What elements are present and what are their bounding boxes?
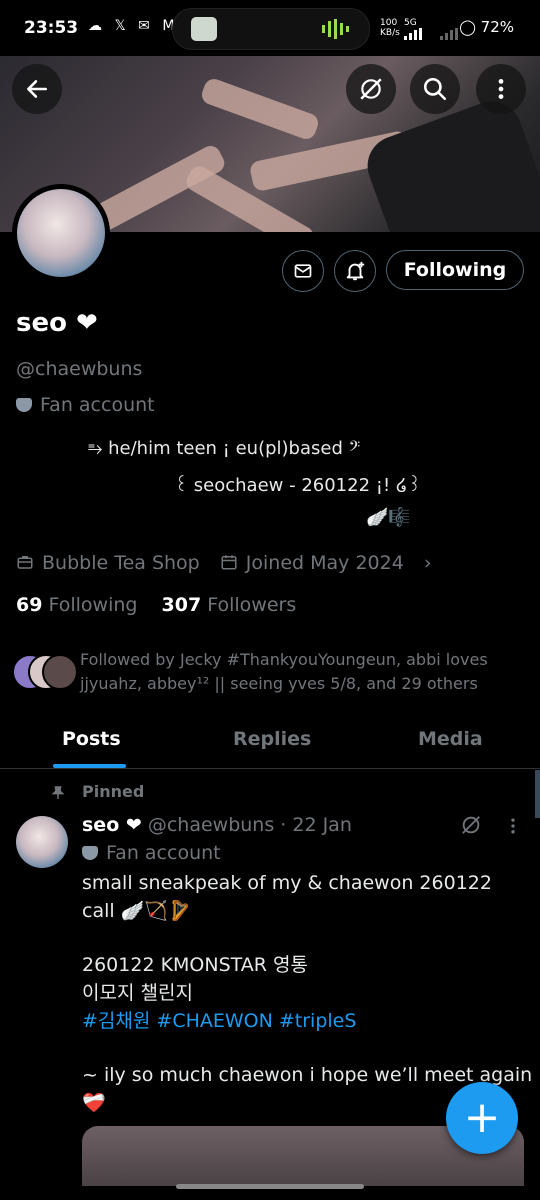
tab-media[interactable]: Media [418, 728, 483, 750]
more-vertical-icon [498, 79, 504, 99]
followers-count: 307 [161, 594, 202, 616]
profile-label[interactable]: Fan account [16, 394, 155, 416]
post-text-line-3: 260122 KMONSTAR 영통 [82, 954, 308, 976]
mask-icon [16, 398, 32, 412]
post-text-line-4: 이모지 챌린지 [82, 982, 193, 1004]
notification-icons: ☁ 𝕏 ✉ M [88, 18, 179, 34]
followers-link[interactable]: 307 Followers [162, 594, 297, 616]
status-time: 23:53 [24, 18, 79, 38]
arrow-left-icon [27, 80, 47, 98]
compose-button[interactable]: + [446, 1082, 518, 1154]
battery-icon: ◯ [459, 18, 476, 36]
followed-by-text[interactable]: Followed by Jecky #ThankyouYoungeun, abb… [80, 648, 530, 696]
network-type: 5G [404, 18, 417, 28]
battery-level: 72% [480, 18, 514, 36]
grok-button[interactable] [346, 64, 396, 114]
post-fan-label: Fan account [82, 842, 221, 864]
following-button[interactable]: Following [386, 250, 524, 290]
bell-plus-icon [346, 261, 365, 281]
chevron-right-icon[interactable]: › [424, 552, 432, 574]
joined-text: Joined May 2024 [245, 552, 404, 574]
post-text-line-6: ❤️‍🩹 [82, 1092, 106, 1114]
dynamic-island[interactable] [172, 8, 370, 50]
audio-wave-icon [322, 19, 349, 39]
home-indicator[interactable] [176, 1184, 364, 1189]
bio-line-1: ⥱ he/him teen ¡ eu(pl)based 𝄢 [88, 438, 361, 459]
message-button[interactable] [282, 250, 324, 292]
bio-line-3: 🪽🎼 [366, 507, 411, 528]
post-hashtags[interactable]: #김채원 #CHAEWON #tripleS [82, 1008, 356, 1035]
notifications-button[interactable] [334, 250, 376, 292]
following-label: Following [48, 594, 138, 616]
grok-icon[interactable] [460, 814, 482, 836]
follow-counts: 69 Following 307 Followers [16, 594, 296, 616]
back-button[interactable] [12, 64, 62, 114]
post-fan-label-text: Fan account [106, 842, 221, 864]
post-avatar[interactable] [16, 816, 68, 868]
status-bar: 23:53 ☁ 𝕏 ✉ M 100 KB/s 5G ◯ 72% [0, 0, 540, 56]
post-header: seo ❤ @chaewbuns · 22 Jan [82, 814, 352, 836]
profile-handle: @chaewbuns [16, 358, 143, 380]
scrollbar[interactable] [535, 770, 540, 818]
profile-meta[interactable]: Bubble Tea Shop Joined May 2024 › [16, 552, 431, 574]
profile-tabs: Posts Replies Media [0, 716, 540, 769]
post-handle-date: @chaewbuns · 22 Jan [147, 814, 352, 836]
following-link[interactable]: 69 Following [16, 594, 137, 616]
bio-line-2: ꒰ seochaew - 260122 ¡! ໒꒱ [174, 475, 422, 496]
grok-icon [360, 78, 382, 100]
briefcase-icon [17, 556, 33, 569]
tab-replies[interactable]: Replies [233, 728, 311, 750]
tab-indicator [53, 764, 126, 768]
more-vertical-icon[interactable] [506, 816, 520, 836]
pin-icon [51, 786, 65, 799]
network-speed: 100 KB/s [380, 18, 400, 38]
pinned-label: Pinned [82, 782, 145, 801]
mask-icon [82, 846, 98, 860]
search-icon [423, 77, 447, 101]
more-button[interactable] [476, 64, 526, 114]
search-button[interactable] [410, 64, 460, 114]
followers-label: Followers [207, 594, 297, 616]
calendar-icon [221, 555, 237, 570]
post-text-line-2: call 🪽🏹🪉 [82, 900, 192, 922]
profile-label-text: Fan account [40, 394, 155, 416]
battery: ◯ 72% [459, 18, 514, 36]
category-text: Bubble Tea Shop [42, 552, 200, 574]
media-thumbnail [191, 17, 217, 41]
following-count: 69 [16, 594, 43, 616]
mail-icon [294, 264, 312, 278]
profile-name: seo ❤ [16, 308, 98, 338]
profile-avatar[interactable] [12, 184, 110, 282]
tab-posts[interactable]: Posts [62, 728, 121, 750]
post-author[interactable]: seo ❤ [82, 814, 142, 836]
follower-avatar-3 [42, 654, 78, 690]
post-text-line-1: small sneakpeak of my & chaewon 260122 [82, 872, 492, 894]
